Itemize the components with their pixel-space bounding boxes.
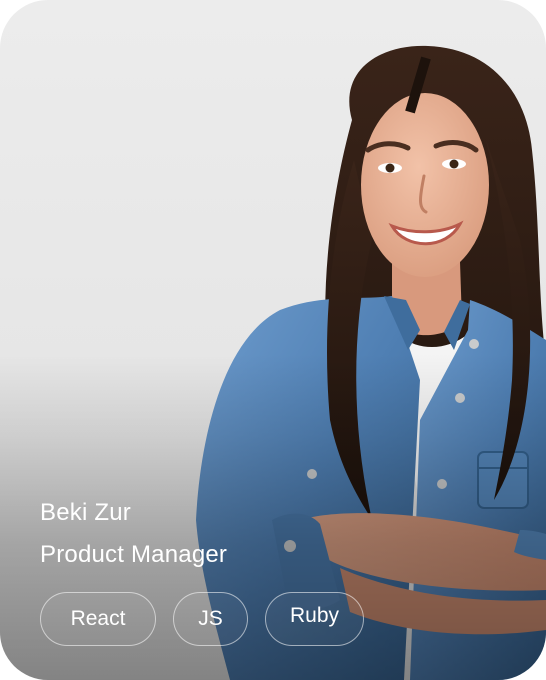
profile-role: Product Manager <box>40 541 228 568</box>
tag-js[interactable]: JS <box>173 592 248 646</box>
profile-card[interactable]: Beki Zur Product Manager React JS Ruby <box>0 0 546 680</box>
skill-tags: React JS Ruby <box>40 592 364 646</box>
profile-name: Beki Zur <box>40 499 131 526</box>
profile-info: Beki Zur Product Manager <box>40 496 227 572</box>
tag-react[interactable]: React <box>40 592 156 646</box>
profile-photo <box>196 45 546 680</box>
tag-ruby[interactable]: Ruby <box>265 592 364 646</box>
face <box>361 93 489 277</box>
